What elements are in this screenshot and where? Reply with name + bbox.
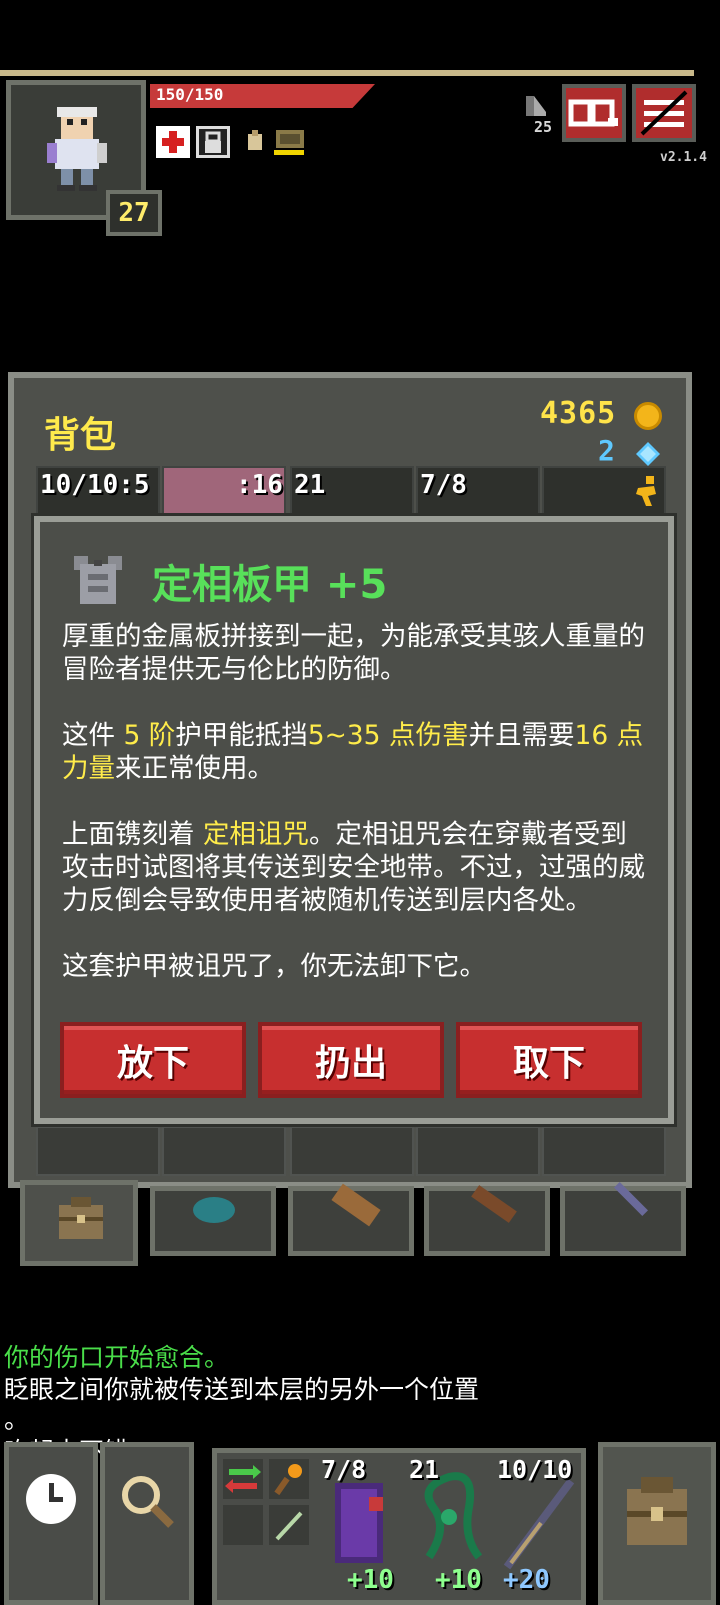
description-text: 来正常使用。 (115, 753, 274, 784)
quickslot-upgrade: +20 (503, 1565, 550, 1595)
inventory-slot[interactable]: 10/10:5 (36, 466, 160, 518)
healing-cross-icon[interactable] (156, 126, 190, 158)
depth-number: 25 (534, 118, 553, 136)
gem-count: 2 (598, 434, 615, 467)
dart-icon (275, 1511, 303, 1541)
pouch-icon (193, 1197, 235, 1223)
inventory-slot[interactable]: 21 (290, 466, 414, 518)
gem-icon (634, 440, 662, 468)
tier-highlight: 5 阶 (123, 720, 176, 751)
item-name: 定相板甲 +5 (152, 562, 388, 608)
quickslot-upgrade: +10 (347, 1565, 394, 1595)
tab-wand-holster[interactable] (424, 1185, 550, 1256)
quickslot[interactable]: 21 +10 (405, 1453, 497, 1599)
quickslot-charges: 7/8 (321, 1455, 367, 1484)
quiver-icon (614, 1182, 648, 1216)
description-paragraph: 厚重的金属板拼接到一起，为能承受其骇人重量的冒险者提供无与伦比的防御。 (62, 620, 652, 686)
slot-quantity: 21 (294, 470, 326, 500)
gold-coin-icon (634, 402, 662, 430)
top-status-bar-line (0, 70, 694, 76)
empty-quickslot[interactable] (223, 1505, 263, 1545)
quickslot[interactable]: 7/8 +10 (317, 1453, 409, 1599)
armor-buff-icon[interactable] (272, 126, 310, 158)
throw-button[interactable]: 扔出 (258, 1022, 444, 1098)
scroll-holder-icon (331, 1183, 381, 1227)
dart-slot[interactable] (269, 1505, 309, 1545)
inventory-slot[interactable]: 7/8 (416, 466, 540, 518)
inventory-slot[interactable] (542, 1126, 666, 1176)
health-text: 150/150 (156, 85, 224, 104)
unequip-button[interactable]: 取下 (456, 1022, 642, 1098)
log-message: 眨眼之间你就被传送到本层的另外一个位置 (4, 1375, 480, 1404)
item-description: 厚重的金属板拼接到一起，为能承受其骇人重量的冒险者提供无与伦比的防御。 这件 5… (62, 620, 652, 1016)
tab-scroll-holder[interactable] (288, 1183, 414, 1256)
curse-warning-text: 这套护甲被诅咒了，你无法卸下它。 (62, 951, 486, 982)
backpack-icon (627, 1477, 687, 1545)
spellbook-icon (335, 1483, 383, 1563)
slot-quantity: 7/8 (420, 470, 467, 500)
depth-stairs-icon (524, 94, 548, 120)
hero-level-badge: 27 (106, 190, 162, 236)
search-button[interactable] (100, 1442, 194, 1605)
description-text: 厚重的金属板拼接到一起，为能承受其骇人重量的冒险者提供无与伦比的防御。 (62, 621, 645, 685)
inventory-slot[interactable] (542, 466, 666, 518)
log-message: 。 (4, 1405, 30, 1434)
wand-icon (503, 1478, 575, 1570)
quickslot-bar: 7/8 +10 21 +10 10/10 +20 (212, 1448, 586, 1605)
backpack-icon (59, 1197, 103, 1239)
description-text: 这件 (62, 720, 124, 751)
description-text: 护甲能抵挡 (175, 720, 308, 751)
plate-armor-icon (68, 552, 128, 612)
inventory-slot[interactable] (162, 1126, 286, 1176)
wand-holster-icon (471, 1185, 517, 1223)
inventory-slot[interactable] (416, 1126, 540, 1176)
log-message: 你的伤口开始愈合。 (4, 1343, 230, 1372)
inventory-slot[interactable] (36, 1126, 160, 1176)
torch-icon (274, 1464, 302, 1496)
menu-button[interactable] (632, 84, 696, 142)
curse-highlight: 定相诅咒 (202, 819, 309, 850)
inventory-slot[interactable] (290, 1126, 414, 1176)
backpack-title: 背包 (44, 415, 117, 456)
journal-button[interactable] (562, 84, 626, 142)
locked-icon[interactable] (196, 126, 230, 158)
quickslot[interactable]: 10/10 +20 (493, 1453, 585, 1599)
torch-slot[interactable] (269, 1459, 309, 1499)
slot-quantity: :16 (236, 470, 283, 500)
swap-quickslots-button[interactable] (223, 1459, 263, 1499)
drop-button[interactable]: 放下 (60, 1022, 246, 1098)
hunger-icon[interactable] (238, 126, 272, 158)
inventory-button[interactable] (598, 1442, 716, 1605)
clock-icon (26, 1474, 76, 1524)
description-paragraph: 这套护甲被诅咒了，你无法卸下它。 (62, 950, 652, 983)
wait-button[interactable] (4, 1442, 98, 1605)
quickslot-charges: 21 (409, 1455, 440, 1484)
swap-arrows-icon (225, 1465, 261, 1493)
description-paragraph: 这件 5 阶护甲能抵挡5~35 点伤害并且需要16 点力量来正常使用。 (62, 719, 652, 785)
gold-count: 4365 (540, 396, 617, 431)
health-bar: 150/150 (150, 84, 400, 108)
description-text: 并且需要 (468, 720, 575, 751)
menu-icon (640, 90, 688, 136)
slot-quantity: 10/10:5 (40, 470, 150, 500)
magnifier-icon (122, 1476, 174, 1528)
journal-icon (568, 99, 618, 127)
tab-pouch[interactable] (150, 1186, 276, 1256)
version-label: v2.1.4 (660, 150, 707, 165)
damage-block-highlight: 5~35 点伤害 (307, 720, 469, 751)
description-text: 上面镌刻着 (62, 819, 203, 850)
quickslot-charges: 10/10 (497, 1455, 573, 1484)
running-figure-icon (636, 476, 656, 506)
quickslot-upgrade: +10 (435, 1565, 482, 1595)
tab-quiver[interactable] (560, 1182, 686, 1256)
tab-backpack[interactable] (20, 1180, 138, 1266)
inventory-slot[interactable]: :16 (162, 466, 286, 518)
description-paragraph: 上面镌刻着 定相诅咒。定相诅咒会在穿戴者受到攻击时试图将其传送到安全地带。不过，… (62, 818, 652, 917)
